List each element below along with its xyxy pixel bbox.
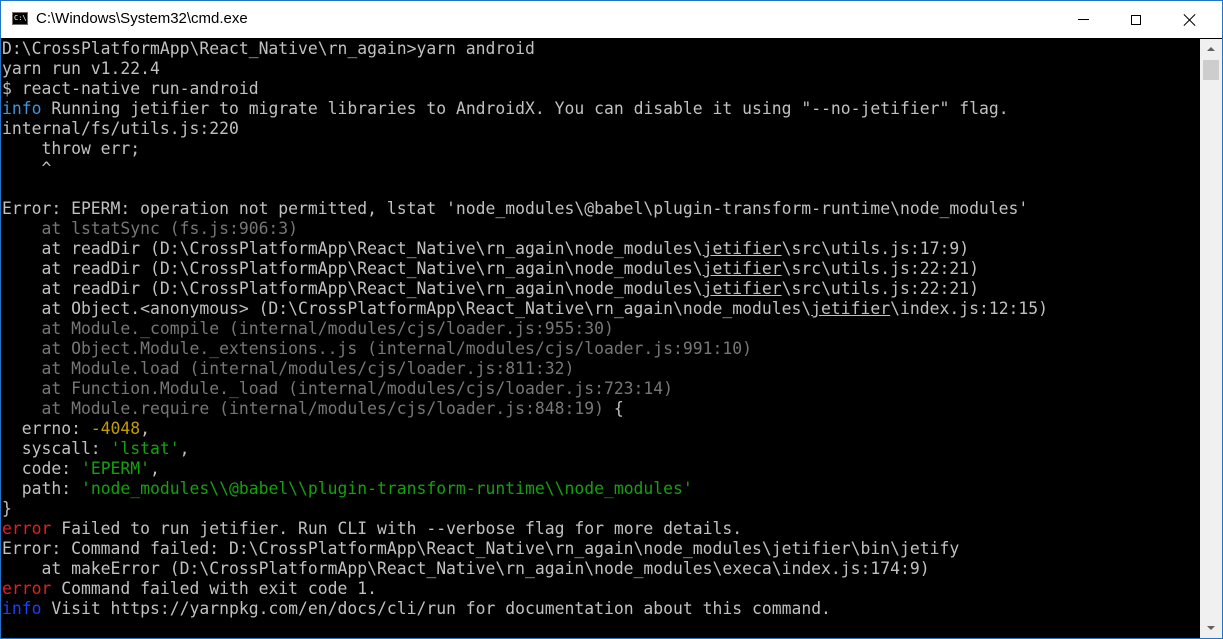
window-title: C:\Windows\System32\cmd.exe xyxy=(36,10,248,27)
console-line: at Module.require (internal/modules/cjs/… xyxy=(2,399,1048,419)
console-line: info Visit https://yarnpkg.com/en/docs/c… xyxy=(2,599,1048,619)
console-text-segment: at lstatSync (fs.js:906:3) xyxy=(2,219,299,238)
console-text-segment: Error: Command failed: D:\CrossPlatformA… xyxy=(2,539,960,558)
console-line: code: 'EPERM', xyxy=(2,459,1048,479)
console-line: at lstatSync (fs.js:906:3) xyxy=(2,219,1048,239)
console-line: at readDir (D:\CrossPlatformApp\React_Na… xyxy=(2,259,1048,279)
vertical-scrollbar[interactable] xyxy=(1200,39,1222,638)
console-text-segment: , xyxy=(150,459,160,478)
console-line: at readDir (D:\CrossPlatformApp\React_Na… xyxy=(2,239,1048,259)
console-text-segment: at Function.Module._load (internal/modul… xyxy=(2,379,674,398)
console-line: error Failed to run jetifier. Run CLI wi… xyxy=(2,519,1048,539)
console-text-segment: jetifier xyxy=(702,279,782,298)
console-line: throw err; xyxy=(2,139,1048,159)
console-text-segment: D:\CrossPlatformApp\React_Native\rn_agai… xyxy=(2,39,535,58)
cmd-window: C:\ C:\Windows\System32\cmd.exe D:\Cross… xyxy=(0,0,1223,639)
console-line: path: 'node_modules\\@babel\\plugin-tran… xyxy=(2,479,1048,499)
console-line: D:\CrossPlatformApp\React_Native\rn_agai… xyxy=(2,39,1048,59)
console-text-segment: Visit https://yarnpkg.com/en/docs/cli/ru… xyxy=(41,599,831,618)
console-line: at Object.Module._extensions..js (intern… xyxy=(2,339,1048,359)
console-text-segment: 'EPERM' xyxy=(80,459,151,478)
console-text-segment: to migrate libraries to AndroidX. You ca… xyxy=(209,99,1009,118)
scroll-up-button[interactable] xyxy=(1200,39,1222,59)
console-text-segment: jetifier xyxy=(811,299,891,318)
console-text-segment: errno: xyxy=(2,419,91,438)
minimize-icon xyxy=(1077,19,1089,20)
close-icon xyxy=(1183,13,1196,26)
console-line: internal/fs/utils.js:220 xyxy=(2,119,1048,139)
console-text-segment: } xyxy=(2,499,12,518)
console-text-segment: at Module.load (internal/modules/cjs/loa… xyxy=(2,359,575,378)
console-text-segment: at makeError (D:\CrossPlatformApp\React_… xyxy=(2,559,930,578)
console-text-segment: \index.js:12:15) xyxy=(890,299,1049,318)
console-line: at Module._compile (internal/modules/cjs… xyxy=(2,319,1048,339)
console-text-segment: internal/fs/utils.js:220 xyxy=(2,119,239,138)
console-line: syscall: 'lstat', xyxy=(2,439,1048,459)
console-line: at Module.load (internal/modules/cjs/loa… xyxy=(2,359,1048,379)
console-text-segment: path: xyxy=(2,479,81,498)
console-text-segment: -4048 xyxy=(90,419,141,438)
console-line: at Object.<anonymous> (D:\CrossPlatformA… xyxy=(2,299,1048,319)
console-output[interactable]: D:\CrossPlatformApp\React_Native\rn_agai… xyxy=(1,39,1200,638)
console-line: ^ xyxy=(2,159,1048,179)
console-text-segment: error xyxy=(2,519,52,538)
console-line: yarn run v1.22.4 xyxy=(2,59,1048,79)
console-line: info Running jetifier to migrate librari… xyxy=(2,99,1048,119)
console-line: error Command failed with exit code 1. xyxy=(2,579,1048,599)
scroll-down-button[interactable] xyxy=(1200,618,1222,638)
console-text-segment: at Module.require (internal/modules/cjs/… xyxy=(2,399,604,418)
scrollbar-thumb[interactable] xyxy=(1203,60,1219,80)
console-line: $ react-native run-android xyxy=(2,79,1048,99)
console-text-segment: Error: EPERM: operation not permitted, l… xyxy=(2,199,1029,218)
console-text-segment: info xyxy=(2,99,42,118)
console-text-segment: \src\utils.js:22:21) xyxy=(781,279,979,298)
console-text-segment: Running xyxy=(41,99,131,118)
console-text-segment: yarn run v1.22.4 xyxy=(2,59,160,78)
console-text-segment: Command failed with exit code 1. xyxy=(51,579,377,598)
cmd-app-icon[interactable]: C:\ xyxy=(12,12,28,25)
console-line: at Function.Module._load (internal/modul… xyxy=(2,379,1048,399)
console-text-segment: info xyxy=(2,599,42,618)
minimize-button[interactable] xyxy=(1060,1,1106,38)
console-text-segment: jetifier xyxy=(702,239,782,258)
console-line: at makeError (D:\CrossPlatformApp\React_… xyxy=(2,559,1048,579)
console-text-segment: at Object.<anonymous> (D:\CrossPlatformA… xyxy=(2,299,812,318)
console-lines: D:\CrossPlatformApp\React_Native\rn_agai… xyxy=(2,39,1048,619)
console-text-segment: , xyxy=(140,419,151,438)
console-text-segment: , xyxy=(179,439,190,458)
app-icon-label: C:\ xyxy=(14,14,27,22)
console-text-segment: throw err; xyxy=(2,139,141,158)
scroll-up-arrow-icon xyxy=(1207,47,1215,51)
console-text-segment: at Module._compile (internal/modules/cjs… xyxy=(2,319,614,338)
close-button[interactable] xyxy=(1166,1,1212,38)
console-text-segment: 'lstat' xyxy=(110,439,180,458)
console-text-segment: syscall: xyxy=(2,439,111,458)
title-bar[interactable]: C:\ C:\Windows\System32\cmd.exe xyxy=(1,1,1222,38)
console-text-segment: jetifier xyxy=(130,99,210,118)
console-text-segment: code: xyxy=(2,459,81,478)
console-line: Error: EPERM: operation not permitted, l… xyxy=(2,199,1048,219)
maximize-button[interactable] xyxy=(1113,1,1159,38)
console-text-segment: 'node_modules\\@babel\\plugin-transform-… xyxy=(80,479,693,498)
console-text-segment: at readDir (D:\CrossPlatformApp\React_Na… xyxy=(2,259,703,278)
scroll-down-arrow-icon xyxy=(1207,626,1215,630)
console-text-segment: { xyxy=(603,399,624,418)
console-line: } xyxy=(2,499,1048,519)
console-line: at readDir (D:\CrossPlatformApp\React_Na… xyxy=(2,279,1048,299)
console-line: Error: Command failed: D:\CrossPlatformA… xyxy=(2,539,1048,559)
console-text-segment: \src\utils.js:22:21) xyxy=(781,259,979,278)
console-text-segment: at Object.Module._extensions..js (intern… xyxy=(2,339,752,358)
console-text-segment: $ react-native run-android xyxy=(2,79,259,98)
console-text-segment: Failed to run jetifier. Run CLI with --v… xyxy=(51,519,743,538)
console-text-segment: ^ xyxy=(2,159,52,178)
console-line: errno: -4048, xyxy=(2,419,1048,439)
console-text-segment: at readDir (D:\CrossPlatformApp\React_Na… xyxy=(2,279,703,298)
console-text-segment: jetifier xyxy=(702,259,782,278)
console-text-segment: error xyxy=(2,579,52,598)
console-text-segment: \src\utils.js:17:9) xyxy=(781,239,970,258)
maximize-icon xyxy=(1131,14,1141,25)
console-text-segment: at readDir (D:\CrossPlatformApp\React_Na… xyxy=(2,239,703,258)
